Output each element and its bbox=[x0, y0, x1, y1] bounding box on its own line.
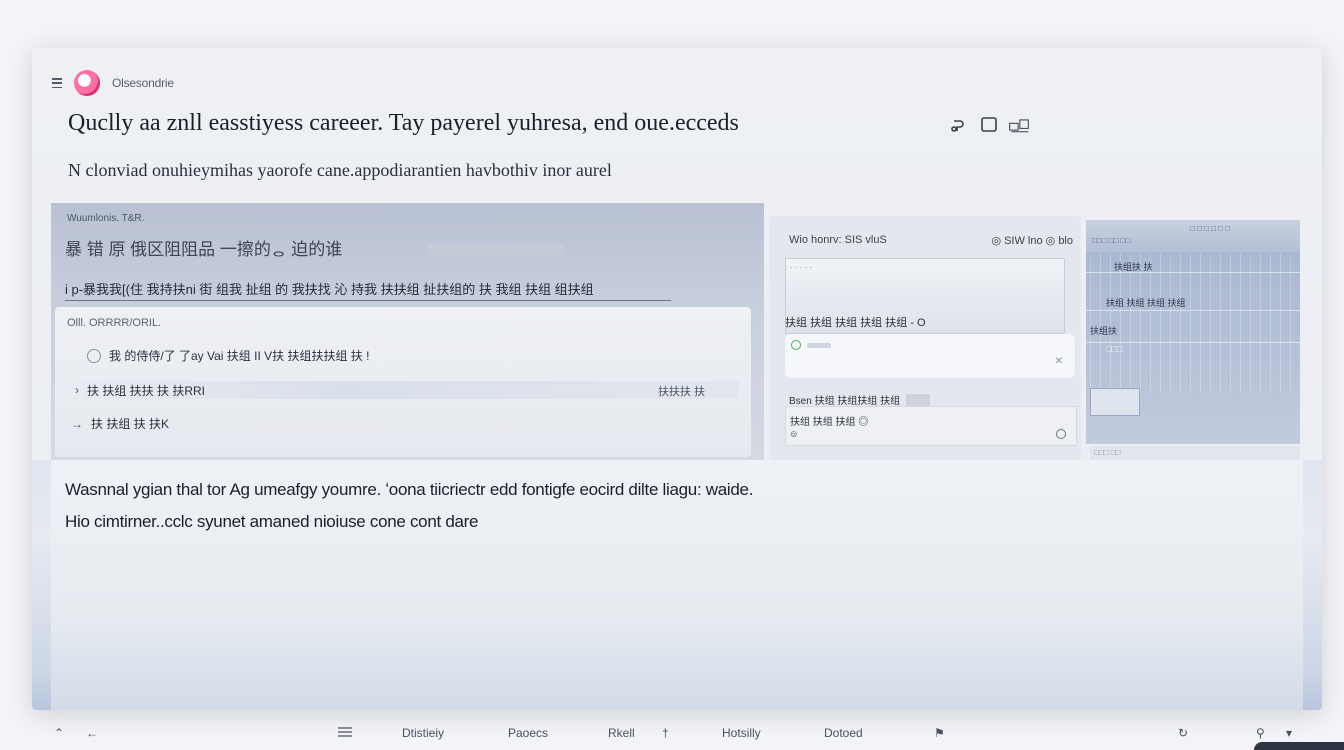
corner-decoration bbox=[1254, 742, 1344, 750]
list-item-sub: ⊜ bbox=[790, 429, 798, 439]
content-body: Wasnnal ygian thal tor Ag umeafgy youmre… bbox=[51, 460, 1303, 710]
right-panel-text: 扶组扶 扶 bbox=[1114, 262, 1153, 272]
taskbar-item-2[interactable]: Rkell bbox=[608, 726, 635, 740]
option-row-label: 我 的侍侍/了 了ay Vai 扶组 II V扶 扶组扶扶组 扶 ! bbox=[109, 349, 370, 363]
bookmark-icon[interactable]: ⚑ bbox=[934, 726, 945, 740]
refresh-icon[interactable]: ↻ bbox=[1178, 726, 1188, 740]
top-bar: Olsesondrie bbox=[52, 70, 174, 96]
page-subtitle: N clonviad onuhieymihas yaorofe cane.app… bbox=[68, 160, 612, 180]
dropdown-icon[interactable]: ▾ bbox=[1286, 726, 1292, 740]
right-panel: □ □ □ □ □ □ □□□ □□ □□ 扶组扶 扶 扶组 扶组 扶组 扶组 … bbox=[1086, 220, 1300, 444]
content-line: Hio cimtirner..cclc syunet amaned nioius… bbox=[65, 512, 479, 531]
middle-panel-title: Wio honrv: SIS vluS bbox=[789, 234, 887, 246]
option-row-detail: 扶扶扶 扶 bbox=[657, 386, 705, 398]
arrow-right-icon: → bbox=[71, 416, 83, 431]
left-panel: Wuumlonis. T&R. 暴 错 原 俄区阻阻品 一擦的ᆼ 迫的谁 i p… bbox=[51, 203, 764, 460]
right-panel-text: 扶组 扶组 扶组 扶组 bbox=[1106, 298, 1186, 308]
middle-panel: Wio honrv: SIS vluS ◎ SIW lno ◎ blo · · … bbox=[769, 216, 1081, 460]
left-panel-title: 暴 错 原 俄区阻阻品 一擦的ᆼ 迫的谁 bbox=[65, 240, 343, 259]
status-dot-icon bbox=[791, 340, 801, 350]
middle-panel-row-label: Bsen 扶组 扶组扶组 扶组 bbox=[789, 396, 901, 407]
taskbar-item-4[interactable]: Dotoed bbox=[824, 726, 863, 740]
taskbar-item-1[interactable]: Paoecs bbox=[508, 726, 548, 740]
status-bar bbox=[807, 343, 831, 348]
middle-panel-header: Wio honrv: SIS vluS ◎ SIW lno ◎ blo bbox=[789, 234, 1073, 247]
app-name: Olsesondrie bbox=[112, 76, 174, 90]
taskbar: ⌃ ← Dtistieiy Paoecs Rkell † Hotsilly Do… bbox=[34, 714, 1310, 750]
middle-panel-list[interactable]: 扶组 扶组 扶组 ◎ ⊜ bbox=[785, 406, 1077, 446]
taskbar-item-3[interactable]: Hotsilly bbox=[722, 726, 761, 740]
taskbar-item-0[interactable]: Dtistieiy bbox=[402, 726, 444, 740]
content-line: Wasnnal ygian thal tor Ag umeafgy youmre… bbox=[65, 480, 754, 499]
user-icon[interactable]: ⚲ bbox=[1256, 726, 1265, 740]
chevron-icon: › bbox=[75, 383, 79, 397]
document-icon[interactable] bbox=[1090, 388, 1140, 416]
left-panel-label: Wuumlonis. T&R. bbox=[67, 213, 145, 224]
right-panel-header-text: □ □ □ □ □ □ bbox=[1189, 224, 1230, 233]
circle-icon[interactable] bbox=[1056, 429, 1066, 439]
right-panel-text: □□□ bbox=[1106, 344, 1123, 354]
close-icon[interactable]: ✕ bbox=[1055, 356, 1063, 367]
option-row[interactable]: 我 的侍侍/了 了ay Vai 扶组 II V扶 扶组扶扶组 扶 ! bbox=[87, 347, 369, 364]
right-panel-header: □ □ □ □ □ □ □□□ □□ □□ bbox=[1086, 220, 1300, 252]
middle-panel-row[interactable]: Bsen 扶组 扶组扶组 扶组 bbox=[789, 392, 1059, 407]
middle-panel-controls[interactable]: ◎ SIW lno ◎ blo bbox=[991, 234, 1073, 247]
left-panel-bar bbox=[427, 243, 563, 255]
window-icon[interactable] bbox=[978, 114, 1000, 136]
hamburger-menu-icon[interactable] bbox=[52, 78, 62, 88]
app-logo-icon bbox=[74, 70, 100, 96]
option-row-selected[interactable]: › 扶 扶组 扶扶 扶 扶RRI 扶扶扶 扶 bbox=[75, 381, 739, 399]
pin-icon[interactable]: † bbox=[662, 726, 669, 740]
content-area: Wasnnal ygian thal tor Ag umeafgy youmre… bbox=[32, 460, 1322, 710]
options-card-label: Olll. ORRRR/ORIL. bbox=[67, 317, 162, 329]
right-panel-header-sub: □□□ □□ □□ bbox=[1092, 236, 1131, 245]
share-icon[interactable] bbox=[948, 114, 970, 136]
right-panel-grid bbox=[1090, 254, 1294, 394]
radio-icon[interactable] bbox=[87, 348, 101, 363]
preview-caption: · · · · · bbox=[790, 263, 813, 272]
chevron-up-icon[interactable]: ⌃ bbox=[54, 726, 64, 740]
option-row-label: 扶 扶组 扶扶 扶 扶RRI bbox=[87, 383, 206, 398]
option-row-label: 扶 扶组 扶 扶K bbox=[91, 417, 170, 431]
list-item-title: 扶组 扶组 扶组 ◎ bbox=[790, 417, 869, 428]
divider bbox=[1086, 310, 1300, 311]
divider bbox=[1086, 342, 1300, 343]
back-arrow-icon[interactable]: ← bbox=[86, 726, 98, 740]
status-pill[interactable]: ✕ bbox=[785, 334, 1075, 378]
right-panel-footer: □□□ □□ bbox=[1090, 446, 1300, 460]
devices-icon[interactable] bbox=[1008, 114, 1030, 136]
options-card: Olll. ORRRR/ORIL. 我 的侍侍/了 了ay Vai 扶组 II … bbox=[55, 307, 751, 457]
top-actions bbox=[948, 114, 1030, 136]
layers-icon[interactable] bbox=[336, 724, 354, 741]
option-row[interactable]: → 扶 扶组 扶 扶K bbox=[71, 415, 169, 432]
middle-panel-line: 扶组 扶组 扶组 扶组 扶组 - O bbox=[785, 317, 926, 329]
app-window: Olsesondrie Quclly aa znll easstiyess ca… bbox=[32, 48, 1322, 710]
page-headline: Quclly aa znll easstiyess careeer. Tay p… bbox=[68, 110, 739, 136]
right-panel-text: 扶组扶 bbox=[1090, 326, 1118, 336]
small-button[interactable] bbox=[906, 393, 931, 406]
right-panel-footer-text: □□□ □□ bbox=[1094, 448, 1121, 457]
left-panel-description: i p-暴我我[(住 我持扶ni 街 组我 扯组 的 我扶找 沁 持我 扶扶组 … bbox=[65, 279, 671, 301]
